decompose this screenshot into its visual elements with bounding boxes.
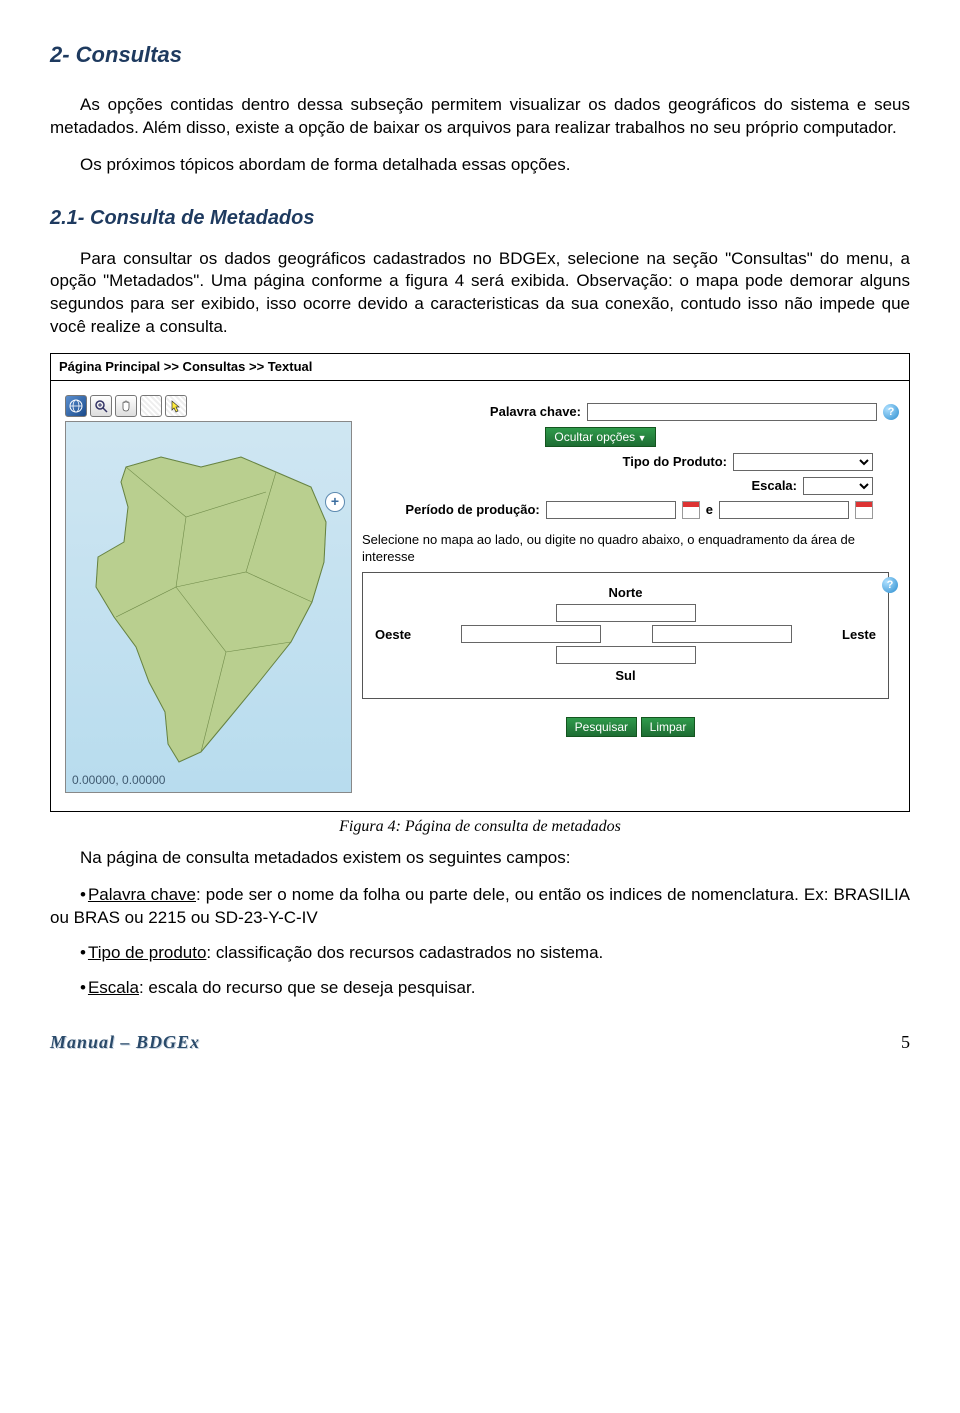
sul-input[interactable] bbox=[556, 646, 696, 664]
list-item: Tipo de produto: classificação dos recur… bbox=[50, 942, 910, 965]
page-number: 5 bbox=[901, 1030, 910, 1054]
keyword-label: Palavra chave: bbox=[490, 403, 581, 421]
page-footer: Manual – BDGEx 5 bbox=[50, 1030, 910, 1054]
app-frame: Página Principal >> Consultas >> Textual bbox=[50, 353, 910, 812]
map-canvas[interactable]: + 0.00000, 0.00000 bbox=[65, 421, 352, 793]
oeste-input[interactable] bbox=[461, 625, 601, 643]
heading-2: 2- Consultas bbox=[50, 40, 910, 70]
keyword-input[interactable] bbox=[587, 403, 877, 421]
bounding-box-panel: ? Norte Oeste Leste bbox=[362, 572, 889, 699]
footer-title: Manual – BDGEx bbox=[50, 1030, 200, 1054]
escala-label: Escala: bbox=[751, 477, 797, 495]
help-icon[interactable]: ? bbox=[882, 577, 898, 593]
list-item: Escala: escala do recurso que se deseja … bbox=[50, 977, 910, 1000]
paragraph: Os próximos tópicos abordam de forma det… bbox=[50, 154, 910, 177]
list-item: Palavra chave: pode ser o nome da folha … bbox=[50, 884, 910, 930]
paragraph: As opções contidas dentro dessa subseção… bbox=[50, 94, 910, 140]
figure-caption: Figura 4: Página de consulta de metadado… bbox=[50, 816, 910, 838]
bbox-note: Selecione no mapa ao lado, ou digite no … bbox=[362, 531, 899, 566]
leste-input[interactable] bbox=[652, 625, 792, 643]
paragraph: Para consultar os dados geográficos cada… bbox=[50, 248, 910, 340]
globe-icon[interactable] bbox=[65, 395, 87, 417]
help-icon[interactable]: ? bbox=[883, 404, 899, 420]
map-toolbar bbox=[65, 395, 350, 417]
leste-label: Leste bbox=[842, 626, 876, 644]
tipo-select[interactable] bbox=[733, 453, 873, 471]
sul-label: Sul bbox=[615, 667, 635, 685]
calendar-icon[interactable] bbox=[855, 501, 873, 519]
paragraph: Na página de consulta metadados existem … bbox=[50, 847, 910, 870]
norte-label: Norte bbox=[609, 584, 643, 602]
limpar-button[interactable]: Limpar bbox=[641, 717, 696, 737]
zoom-plus-icon[interactable]: + bbox=[325, 492, 345, 512]
tipo-label: Tipo do Produto: bbox=[623, 453, 727, 471]
fields-list: Palavra chave: pode ser o nome da folha … bbox=[50, 884, 910, 1000]
pan-icon[interactable] bbox=[115, 395, 137, 417]
map-coords: 0.00000, 0.00000 bbox=[72, 772, 165, 788]
periodo-end-input[interactable] bbox=[719, 501, 849, 519]
norte-input[interactable] bbox=[556, 604, 696, 622]
cursor-icon[interactable] bbox=[165, 395, 187, 417]
oeste-label: Oeste bbox=[375, 626, 411, 644]
figure-4: Página Principal >> Consultas >> Textual bbox=[50, 353, 910, 837]
misc-icon[interactable] bbox=[140, 395, 162, 417]
e-label: e bbox=[706, 501, 713, 519]
escala-select[interactable] bbox=[803, 477, 873, 495]
periodo-label: Período de produção: bbox=[405, 501, 539, 519]
pesquisar-button[interactable]: Pesquisar bbox=[566, 717, 637, 737]
hide-options-button[interactable]: Ocultar opções bbox=[545, 427, 655, 447]
heading-2-1: 2.1- Consulta de Metadados bbox=[50, 205, 910, 232]
breadcrumb: Página Principal >> Consultas >> Textual bbox=[51, 354, 909, 380]
calendar-icon[interactable] bbox=[682, 501, 700, 519]
zoom-icon[interactable] bbox=[90, 395, 112, 417]
periodo-start-input[interactable] bbox=[546, 501, 676, 519]
